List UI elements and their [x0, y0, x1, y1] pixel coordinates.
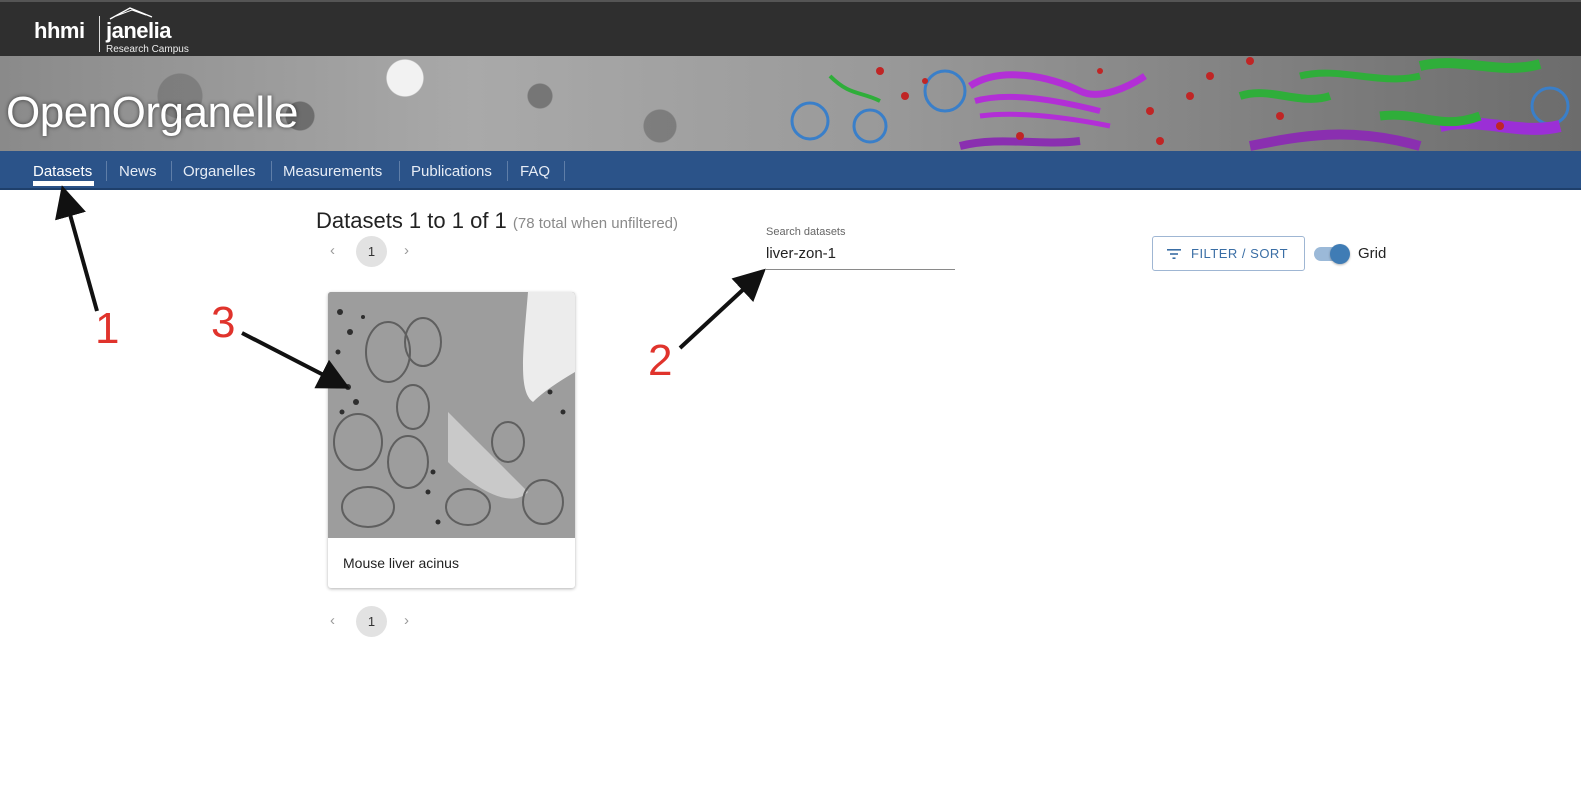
arrow-to-datasets [55, 185, 99, 312]
annotation-label-3: 3 [211, 298, 236, 347]
logo-subtitle: Research Campus [106, 44, 189, 55]
logo-hhmi-text: hhmi [34, 18, 85, 43]
nav-item-measurements[interactable]: Measurements [283, 163, 382, 180]
chevron-left-icon[interactable]: ‹ [330, 612, 335, 629]
nav-item-datasets[interactable]: Datasets [33, 163, 92, 180]
nav-item-news[interactable]: News [119, 163, 157, 180]
annotation-label-1: 1 [95, 304, 120, 353]
annotation-label-2: 2 [648, 336, 673, 385]
nav-item-publications[interactable]: Publications [411, 163, 492, 180]
search-label: Search datasets [766, 226, 846, 238]
nav-divider [271, 161, 272, 181]
nav-divider [106, 161, 107, 181]
chevron-left-icon[interactable]: ‹ [330, 242, 335, 259]
site-title[interactable]: OpenOrganelle [6, 88, 298, 138]
nav-item-organelles[interactable]: Organelles [183, 163, 256, 180]
arrow-to-search [678, 268, 766, 350]
chevron-right-icon[interactable]: › [404, 612, 409, 629]
top-bar: hhmi janelia Research Campus [0, 0, 1581, 56]
nav-divider [399, 161, 400, 181]
page-button-current[interactable]: 1 [356, 606, 387, 637]
active-tab-indicator [33, 181, 94, 186]
main-nav: Datasets News Organelles Measurements Pu… [0, 151, 1581, 190]
filter-sort-button[interactable]: FILTER / SORT [1152, 236, 1305, 271]
dataset-card[interactable]: Mouse liver acinus [328, 292, 575, 588]
search-input[interactable] [766, 242, 955, 264]
em-thumbnail-image [328, 292, 575, 538]
filter-sort-label: FILTER / SORT [1191, 246, 1289, 261]
header-banner: OpenOrganelle [0, 56, 1581, 151]
dataset-thumbnail[interactable] [328, 292, 575, 538]
logo-divider [99, 16, 100, 52]
nav-divider [171, 161, 172, 181]
logo-janelia-text: janelia [106, 18, 171, 43]
results-total-note: (78 total when unfiltered) [512, 215, 679, 232]
nav-divider [507, 161, 508, 181]
dataset-card-title[interactable]: Mouse liver acinus [343, 555, 459, 571]
page-button-current[interactable]: 1 [356, 236, 387, 267]
filter-list-icon [1167, 249, 1181, 259]
results-count: Datasets 1 to 1 of 1 [316, 208, 507, 233]
search-field: Search datasets [766, 226, 955, 270]
nav-divider [564, 161, 565, 181]
results-heading: Datasets 1 to 1 of 1 (78 total when unfi… [316, 208, 678, 234]
grid-view-toggle[interactable] [1314, 244, 1350, 264]
nav-item-faq[interactable]: FAQ [520, 163, 550, 180]
toggle-thumb [1330, 244, 1350, 264]
grid-toggle-label: Grid [1358, 245, 1387, 262]
chevron-right-icon[interactable]: › [404, 242, 409, 259]
